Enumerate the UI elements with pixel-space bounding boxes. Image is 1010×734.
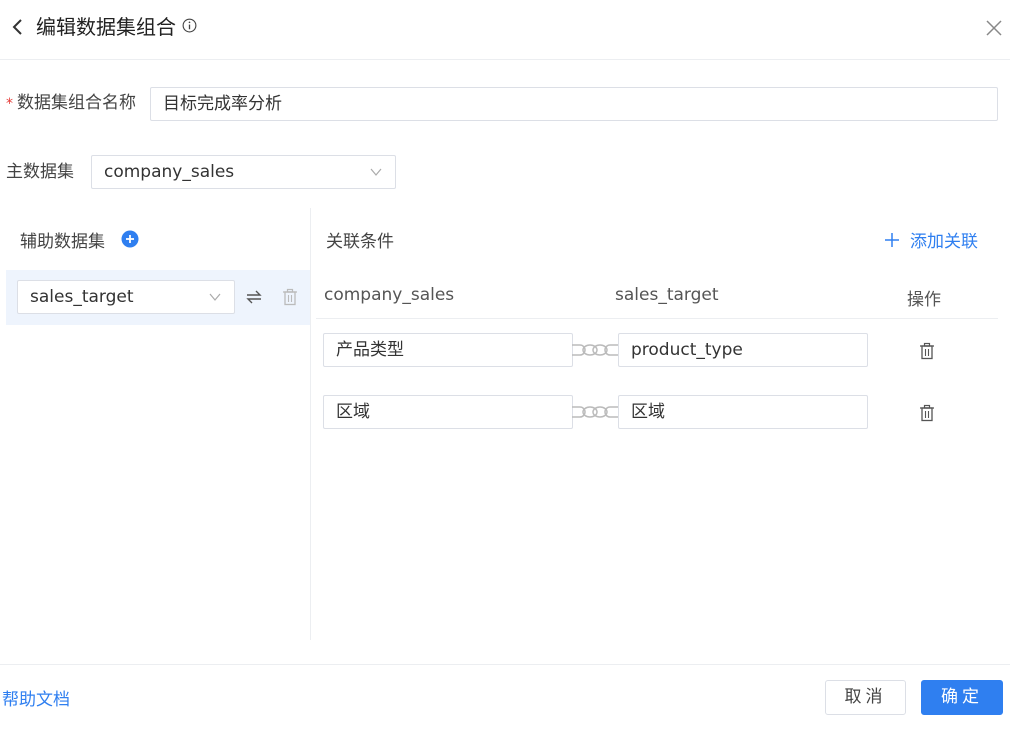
delete-aux-trash-icon[interactable] <box>282 288 298 306</box>
column-header-actions: 操作 <box>907 290 941 310</box>
column-header-main: company_sales <box>324 285 455 305</box>
name-label: 数据集组合名称 <box>17 93 136 113</box>
relation-left-field[interactable]: 区域 <box>323 395 573 429</box>
table-header-divider <box>316 318 998 319</box>
relation-right-field[interactable]: 区域 <box>618 395 868 429</box>
relation-title: 关联条件 <box>326 232 394 252</box>
plus-icon <box>885 232 899 247</box>
main-dataset-label: 主数据集 <box>6 162 74 182</box>
required-asterisk: * <box>6 96 13 112</box>
link-chain-icon <box>572 344 618 356</box>
dialog-title: 编辑数据集组合 <box>36 15 176 39</box>
cancel-button[interactable]: 取消 <box>825 680 906 715</box>
relation-right-field[interactable]: product_type <box>618 333 868 367</box>
chevron-down-icon <box>370 168 382 176</box>
main-dataset-value: company_sales <box>104 162 235 182</box>
aux-dataset-value: sales_target <box>30 287 134 307</box>
add-relation-label: 添加关联 <box>910 232 978 252</box>
aux-dataset-select[interactable]: sales_target <box>17 280 235 314</box>
back-arrow-icon[interactable] <box>8 15 28 39</box>
name-input[interactable]: 目标完成率分析 <box>150 87 998 121</box>
delete-relation-trash-icon[interactable] <box>919 342 935 360</box>
help-docs-link[interactable]: 帮助文档 <box>2 685 70 710</box>
add-aux-dataset-icon[interactable] <box>121 230 139 248</box>
delete-relation-trash-icon[interactable] <box>919 404 935 422</box>
add-relation-button[interactable]: 添加关联 <box>884 227 978 252</box>
aux-dataset-title: 辅助数据集 <box>20 232 105 252</box>
info-icon[interactable] <box>182 18 197 33</box>
relation-left-field[interactable]: 产品类型 <box>323 333 573 367</box>
main-dataset-select[interactable]: company_sales <box>91 155 396 189</box>
confirm-button[interactable]: 确定 <box>921 680 1003 715</box>
column-header-aux: sales_target <box>615 285 719 305</box>
close-icon[interactable] <box>985 19 1003 37</box>
swap-icon[interactable] <box>245 288 263 306</box>
chevron-down-icon <box>209 293 221 301</box>
link-chain-icon <box>572 406 618 418</box>
